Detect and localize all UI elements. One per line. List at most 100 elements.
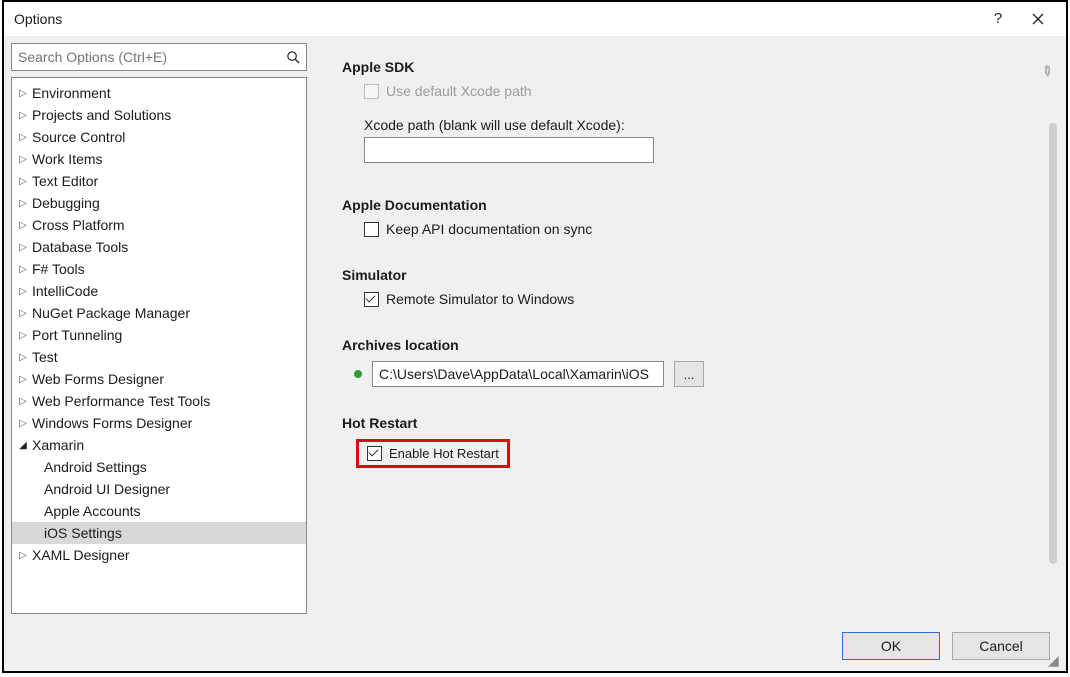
tree-item-label: Web Forms Designer [30, 371, 164, 387]
close-button[interactable] [1018, 4, 1058, 34]
options-dialog: Options ? ▷Environment▷Projects and Solu… [2, 0, 1068, 673]
chevron-right-icon[interactable]: ▷ [16, 396, 30, 407]
tree-item[interactable]: ▷Text Editor [12, 170, 306, 192]
help-button[interactable]: ? [978, 4, 1018, 34]
tree-item-label: Debugging [30, 195, 100, 211]
tree-item[interactable]: Apple Accounts [12, 500, 306, 522]
xcode-path-label: Xcode path (blank will use default Xcode… [364, 117, 1039, 133]
tree-item-label: Environment [30, 85, 111, 101]
edit-icon: ✎ [1037, 61, 1057, 82]
remote-sim-checkbox[interactable] [364, 292, 379, 307]
tree-item-label: Xamarin [30, 437, 84, 453]
tree-item[interactable]: ▷Cross Platform [12, 214, 306, 236]
tree-item[interactable]: ▷Work Items [12, 148, 306, 170]
tree-item[interactable]: ▷Web Performance Test Tools [12, 390, 306, 412]
tree-item[interactable]: ▷Source Control [12, 126, 306, 148]
chevron-right-icon[interactable]: ▷ [16, 110, 30, 121]
tree-item-label: XAML Designer [30, 547, 130, 563]
tree-item[interactable]: Android UI Designer [12, 478, 306, 500]
tree-item[interactable]: ▷Database Tools [12, 236, 306, 258]
close-icon [1032, 13, 1044, 25]
use-default-xcode-checkbox [364, 84, 379, 99]
tree-item[interactable]: ▷Projects and Solutions [12, 104, 306, 126]
chevron-right-icon[interactable]: ▷ [16, 418, 30, 429]
tree-item-label: NuGet Package Manager [30, 305, 190, 321]
section-apple-sdk: Apple SDK [342, 59, 1039, 75]
tree-item[interactable]: ▷IntelliCode [12, 280, 306, 302]
dialog-body: ▷Environment▷Projects and Solutions▷Sour… [4, 36, 1066, 621]
xcode-path-input[interactable] [364, 137, 654, 163]
tree-item[interactable]: ▷NuGet Package Manager [12, 302, 306, 324]
use-default-xcode-row: Use default Xcode path [364, 83, 1039, 99]
enable-hot-restart-checkbox[interactable] [367, 446, 382, 461]
chevron-right-icon[interactable]: ▷ [16, 550, 30, 561]
chevron-right-icon[interactable]: ▷ [16, 264, 30, 275]
search-icon [280, 50, 306, 65]
archives-path-input[interactable] [372, 361, 664, 387]
tree-item[interactable]: ▷Environment [12, 82, 306, 104]
tree-item-label: IntelliCode [30, 283, 98, 299]
enable-hot-restart-label: Enable Hot Restart [389, 446, 499, 461]
tree-item-label: Apple Accounts [42, 503, 141, 519]
dialog-footer: OK Cancel ◢ [4, 621, 1066, 671]
use-default-xcode-label: Use default Xcode path [386, 83, 532, 99]
archives-row: ... [350, 361, 1039, 387]
chevron-right-icon[interactable]: ▷ [16, 220, 30, 231]
browse-button[interactable]: ... [674, 361, 704, 387]
keep-api-checkbox[interactable] [364, 222, 379, 237]
chevron-right-icon[interactable]: ▷ [16, 242, 30, 253]
chevron-down-icon[interactable]: ◢ [16, 440, 30, 451]
search-box[interactable] [11, 43, 307, 71]
chevron-right-icon[interactable]: ▷ [16, 132, 30, 143]
tree-item-label: Work Items [30, 151, 103, 167]
tree-item-label: Projects and Solutions [30, 107, 171, 123]
tree-item[interactable]: ▷Web Forms Designer [12, 368, 306, 390]
section-simulator: Simulator [342, 267, 1039, 283]
tree-item[interactable]: ▷F# Tools [12, 258, 306, 280]
status-dot-icon [354, 370, 362, 378]
tree-item-label: Android UI Designer [42, 481, 170, 497]
tree-item-label: Source Control [30, 129, 125, 145]
left-column: ▷Environment▷Projects and Solutions▷Sour… [11, 43, 307, 614]
tree-item-label: Text Editor [30, 173, 98, 189]
tree-item[interactable]: ◢Xamarin [12, 434, 306, 456]
tree-item-label: Port Tunneling [30, 327, 122, 343]
chevron-right-icon[interactable]: ▷ [16, 88, 30, 99]
tree-item[interactable]: ▷Test [12, 346, 306, 368]
chevron-right-icon[interactable]: ▷ [16, 176, 30, 187]
chevron-right-icon[interactable]: ▷ [16, 286, 30, 297]
tree-item[interactable]: ▷Debugging [12, 192, 306, 214]
tree-item[interactable]: ▷Port Tunneling [12, 324, 306, 346]
remote-sim-label: Remote Simulator to Windows [386, 291, 574, 307]
tree-item[interactable]: ▷XAML Designer [12, 544, 306, 566]
chevron-right-icon[interactable]: ▷ [16, 352, 30, 363]
resize-grip-icon[interactable]: ◢ [1048, 653, 1062, 667]
tree-item-label: iOS Settings [42, 525, 122, 541]
options-tree[interactable]: ▷Environment▷Projects and Solutions▷Sour… [11, 77, 307, 614]
tree-item[interactable]: ▷Windows Forms Designer [12, 412, 306, 434]
ok-button[interactable]: OK [842, 632, 940, 660]
keep-api-label: Keep API documentation on sync [386, 221, 592, 237]
remote-sim-row[interactable]: Remote Simulator to Windows [364, 291, 1039, 307]
tree-item-label: Windows Forms Designer [30, 415, 192, 431]
hot-restart-highlight: Enable Hot Restart [356, 439, 510, 468]
scroll-thumb[interactable] [1049, 123, 1057, 564]
chevron-right-icon[interactable]: ▷ [16, 198, 30, 209]
cancel-button[interactable]: Cancel [952, 632, 1050, 660]
chevron-right-icon[interactable]: ▷ [16, 330, 30, 341]
keep-api-row[interactable]: Keep API documentation on sync [364, 221, 1039, 237]
tree-item-label: Cross Platform [30, 217, 125, 233]
window-title: Options [14, 11, 978, 27]
chevron-right-icon[interactable]: ▷ [16, 374, 30, 385]
titlebar: Options ? [4, 2, 1066, 36]
tree-item[interactable]: iOS Settings [12, 522, 306, 544]
chevron-right-icon[interactable]: ▷ [16, 308, 30, 319]
tree-item[interactable]: Android Settings [12, 456, 306, 478]
settings-panel: ✎ Apple SDK Use default Xcode path Xcode… [314, 43, 1059, 614]
section-apple-doc: Apple Documentation [342, 197, 1039, 213]
tree-item-label: Database Tools [30, 239, 128, 255]
tree-item-label: F# Tools [30, 261, 85, 277]
tree-item-label: Test [30, 349, 58, 365]
chevron-right-icon[interactable]: ▷ [16, 154, 30, 165]
search-input[interactable] [12, 44, 280, 70]
